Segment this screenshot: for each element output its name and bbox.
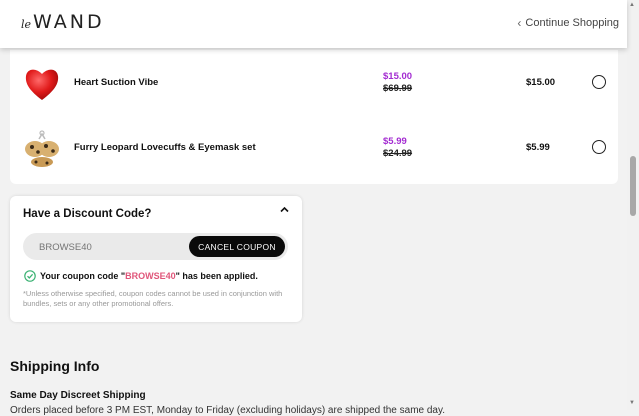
chevron-left-icon: ‹: [517, 16, 522, 30]
cart-item-row: Heart Suction Vibe $15.00 $69.99 $15.00: [10, 55, 618, 115]
scrollbar-thumb[interactable]: [630, 156, 636, 216]
original-price: $24.99: [383, 148, 413, 159]
coupon-input[interactable]: [23, 233, 201, 262]
shipping-body: Orders placed before 3 PM EST, Monday to…: [10, 405, 446, 416]
leopard-cuffs-product-icon: [25, 130, 59, 167]
sale-price: $15.00: [383, 71, 413, 82]
brand-logo[interactable]: le WAND: [21, 11, 105, 33]
line-total: $15.00: [526, 77, 556, 88]
scroll-up-icon[interactable]: ▲: [629, 2, 635, 8]
logo-text: WAND: [33, 11, 105, 33]
applied-suffix: " has been applied.: [175, 271, 258, 281]
logo-prefix: le: [21, 18, 32, 31]
cart-items-card: Heart Suction Vibe $15.00 $69.99 $15.00 …: [10, 50, 618, 184]
applied-code: BROWSE40: [125, 271, 176, 281]
cart-item-row: Furry Leopard Lovecuffs & Eyemask set $5…: [10, 120, 618, 180]
product-name[interactable]: Furry Leopard Lovecuffs & Eyemask set: [74, 142, 256, 153]
coupon-disclaimer: *Unless otherwise specified, coupon code…: [23, 289, 283, 308]
shipping-subtitle: Same Day Discreet Shipping: [10, 390, 146, 401]
red-heart-product-icon: [25, 69, 59, 100]
sale-price: $5.99: [383, 136, 407, 147]
select-radio[interactable]: [592, 140, 606, 154]
discount-code-card: Have a Discount Code? CANCEL COUPON Your…: [10, 196, 302, 322]
applied-prefix: Your coupon code ": [40, 271, 126, 281]
cancel-coupon-button[interactable]: CANCEL COUPON: [189, 236, 285, 257]
product-name[interactable]: Heart Suction Vibe: [74, 77, 158, 88]
scroll-down-icon[interactable]: ▼: [629, 400, 635, 406]
top-header: le WAND ‹ Continue Shopping: [0, 0, 627, 48]
discount-title: Have a Discount Code?: [23, 208, 152, 220]
original-price: $69.99: [383, 83, 413, 94]
line-total: $5.99: [526, 142, 550, 153]
check-circle-icon: [24, 270, 36, 282]
chevron-up-icon[interactable]: [280, 204, 289, 216]
coupon-applied-message: Your coupon code "BROWSE40" has been app…: [24, 270, 258, 282]
shipping-title: Shipping Info: [10, 358, 100, 374]
continue-shopping-label: Continue Shopping: [525, 17, 619, 29]
select-radio[interactable]: [592, 75, 606, 89]
continue-shopping-link[interactable]: ‹ Continue Shopping: [517, 16, 619, 30]
coupon-field-wrapper: CANCEL COUPON: [23, 233, 288, 262]
